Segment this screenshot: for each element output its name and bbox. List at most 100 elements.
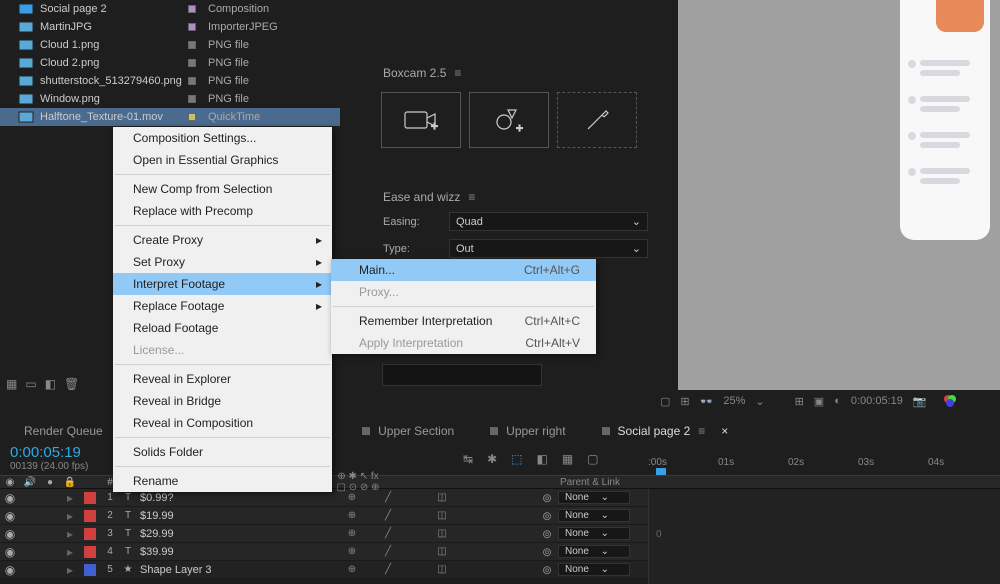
mask-icon[interactable]: ▣	[814, 395, 824, 408]
label-color[interactable]	[188, 95, 196, 103]
menu-item[interactable]: Composition Settings...	[113, 127, 332, 149]
3d-icon[interactable]: ⬚	[511, 452, 522, 466]
visibility-toggle[interactable]: ◉	[0, 527, 20, 541]
project-item[interactable]: Halftone_Texture-01.movQuickTime	[0, 108, 340, 126]
menu-item[interactable]: Replace Footage▸	[113, 295, 332, 317]
speaker-column[interactable]: 🔊	[20, 477, 40, 488]
menu-item[interactable]: Reveal in Bridge	[113, 390, 332, 412]
playhead-time[interactable]: 0:00:05:19 00139 (24.00 fps)	[0, 442, 113, 475]
layer-name[interactable]: $39.99	[136, 546, 336, 558]
layer-color[interactable]	[84, 492, 96, 504]
hamburger-icon[interactable]: ≡	[698, 424, 705, 438]
expand-arrow[interactable]: ▸	[60, 491, 80, 505]
time-ruler[interactable]: :00s01s02s03s04s	[648, 450, 1000, 475]
label-color[interactable]	[188, 77, 196, 85]
menu-item[interactable]: Reveal in Explorer	[113, 368, 332, 390]
channel-icon[interactable]: ◐	[834, 395, 841, 407]
visibility-toggle[interactable]: ◉	[0, 545, 20, 559]
composition-tab[interactable]: Upper right	[490, 424, 565, 438]
camera-tool[interactable]: +	[381, 92, 461, 148]
menu-item[interactable]: Create Proxy▸	[113, 229, 332, 251]
layer-name[interactable]: $29.99	[136, 528, 336, 540]
menu-item[interactable]: Interpret Footage▸	[113, 273, 332, 295]
composition-preview[interactable]	[678, 0, 1000, 390]
visibility-toggle[interactable]: ◉	[0, 509, 20, 523]
type-select[interactable]: Out ⌄	[449, 239, 648, 258]
label-color[interactable]	[188, 5, 196, 13]
submenu-item[interactable]: Main...Ctrl+Alt+G	[331, 259, 596, 281]
display-icon[interactable]: ▢	[660, 395, 670, 408]
project-item[interactable]: Cloud 1.pngPNG file	[0, 36, 340, 54]
layer-name[interactable]: $19.99	[136, 510, 336, 522]
hamburger-icon[interactable]: ≡	[454, 66, 461, 80]
pickwhip-icon[interactable]: ⊚	[542, 545, 552, 559]
project-item[interactable]: Cloud 2.pngPNG file	[0, 54, 340, 72]
label-color[interactable]	[188, 113, 196, 121]
eye-column[interactable]: ◉	[0, 477, 20, 488]
preset-select[interactable]	[382, 364, 542, 386]
folder-icon[interactable]: ▭	[25, 377, 36, 391]
menu-item[interactable]: Reveal in Composition	[113, 412, 332, 434]
vr-icon[interactable]: 👓	[700, 395, 714, 408]
menu-item[interactable]: Set Proxy▸	[113, 251, 332, 273]
layer-color[interactable]	[84, 510, 96, 522]
menu-item[interactable]: Open in Essential Graphics	[113, 149, 332, 171]
parent-select[interactable]: None⌄	[558, 527, 630, 540]
comp-icon[interactable]: ◧	[45, 377, 56, 391]
motion-icon[interactable]: ▦	[562, 452, 573, 466]
blend-icon[interactable]: ◧	[536, 452, 547, 466]
shy-icon[interactable]: ↹	[463, 452, 473, 466]
bpc-icon[interactable]: ▦	[6, 377, 17, 391]
hamburger-icon[interactable]: ≡	[468, 190, 475, 204]
menu-item[interactable]: New Comp from Selection	[113, 178, 332, 200]
expand-arrow[interactable]: ▸	[60, 545, 80, 559]
parent-select[interactable]: None⌄	[558, 491, 630, 504]
color-icon[interactable]	[943, 394, 957, 408]
visibility-toggle[interactable]: ◉	[0, 563, 20, 577]
grid-icon[interactable]: ⊞	[795, 395, 804, 408]
pickwhip-icon[interactable]: ⊚	[542, 527, 552, 541]
zoom-value[interactable]: 25%	[723, 395, 745, 407]
timeline-tracks[interactable]	[648, 489, 1000, 584]
project-item[interactable]: Social page 2Composition	[0, 0, 340, 18]
pickwhip-icon[interactable]: ⊚	[542, 563, 552, 577]
expand-arrow[interactable]: ▸	[60, 563, 80, 577]
shape-tool[interactable]: +	[469, 92, 549, 148]
parent-select[interactable]: None⌄	[558, 509, 630, 522]
menu-item[interactable]: Solids Folder	[113, 441, 332, 463]
composition-tab[interactable]: Upper Section	[362, 424, 454, 438]
parent-select[interactable]: None⌄	[558, 545, 630, 558]
layer-icon[interactable]: ✱	[487, 452, 497, 466]
layer-color[interactable]	[84, 564, 96, 576]
composition-tab[interactable]: Social page 2≡×	[602, 424, 729, 438]
time-display[interactable]: 0:00:05:19	[851, 395, 903, 407]
snapshot-icon[interactable]: 📷	[913, 395, 927, 408]
submenu-item[interactable]: Remember InterpretationCtrl+Alt+C	[331, 310, 596, 332]
settings-tool[interactable]	[557, 92, 637, 148]
layer-color[interactable]	[84, 528, 96, 540]
expand-arrow[interactable]: ▸	[60, 527, 80, 541]
label-color[interactable]	[188, 59, 196, 67]
project-item[interactable]: MartinJPGImporterJPEG	[0, 18, 340, 36]
lock-column[interactable]: 🔒	[60, 477, 80, 488]
menu-item[interactable]: Replace with Precomp	[113, 200, 332, 222]
label-color[interactable]	[188, 41, 196, 49]
pickwhip-icon[interactable]: ⊚	[542, 491, 552, 505]
solo-column[interactable]: ●	[40, 477, 60, 488]
layer-color[interactable]	[84, 546, 96, 558]
pickwhip-icon[interactable]: ⊚	[542, 509, 552, 523]
expand-arrow[interactable]: ▸	[60, 509, 80, 523]
project-item[interactable]: Window.pngPNG file	[0, 90, 340, 108]
label-color[interactable]	[188, 23, 196, 31]
trash-icon[interactable]: 🗑	[64, 377, 79, 391]
easing-select[interactable]: Quad ⌄	[449, 212, 648, 231]
res-icon[interactable]: ⊞	[680, 395, 689, 408]
project-item[interactable]: shutterstock_513279460.pngPNG file	[0, 72, 340, 90]
layer-switches[interactable]: ⊕╱◫	[344, 510, 450, 521]
layer-switches[interactable]: ⊕╱◫	[344, 528, 450, 539]
visibility-toggle[interactable]: ◉	[0, 491, 20, 505]
graph-icon[interactable]: ▢	[587, 452, 598, 466]
close-icon[interactable]: ×	[721, 424, 728, 438]
menu-item[interactable]: Rename	[113, 470, 332, 492]
parent-select[interactable]: None⌄	[558, 563, 630, 576]
